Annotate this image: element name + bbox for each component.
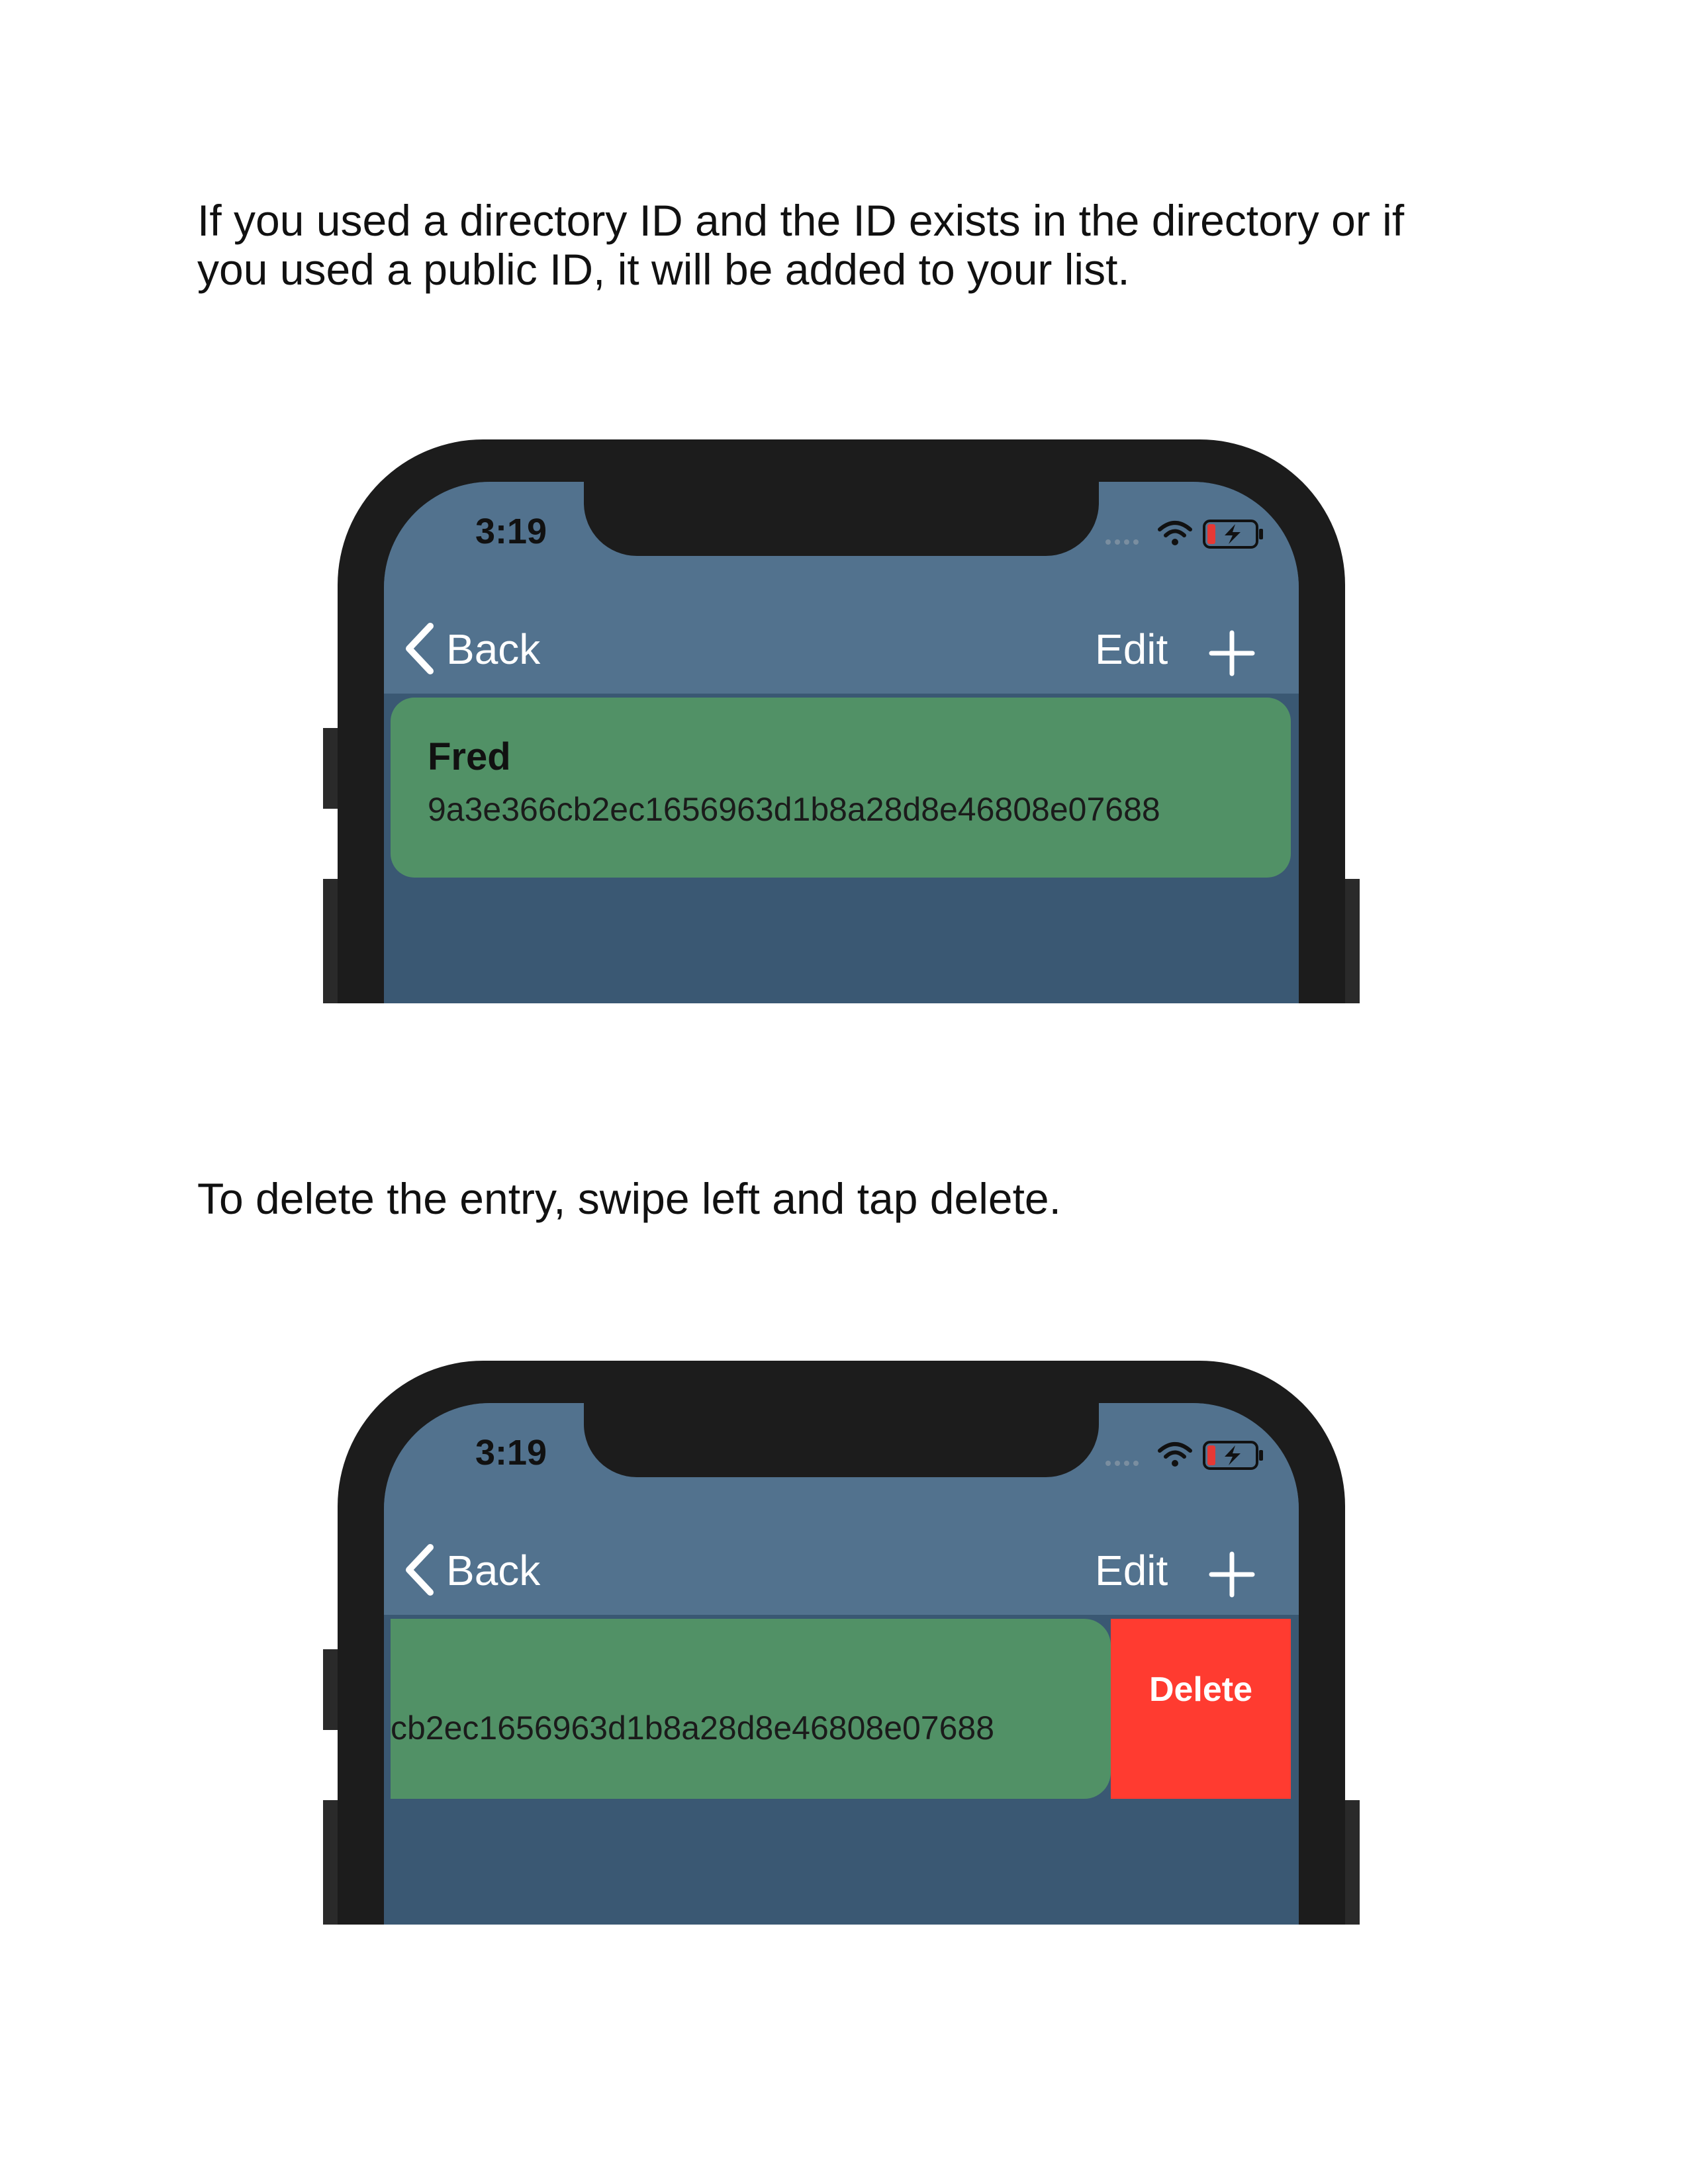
status-time: 3:19 [475, 1433, 547, 1473]
phone-screen: 3:19 Back Edit Fred 9a3e366cb2ec1656963d… [384, 482, 1299, 1003]
status-time: 3:19 [475, 512, 547, 551]
plus-icon[interactable] [1209, 1551, 1255, 1598]
battery-charging-icon [1203, 1441, 1263, 1470]
side-button [323, 1800, 338, 1925]
delete-button[interactable]: Delete [1111, 1619, 1291, 1799]
phone-mockup-delete: 3:19 Back Edit cb2ec1656963d1b8a28d8e468… [323, 1361, 1360, 1925]
instruction-delete: To delete the entry, swipe left and tap … [197, 1174, 1521, 1223]
phone-mockup-added: 3:19 Back Edit Fred 9a3e366cb2ec1656963d… [323, 439, 1360, 1003]
wifi-icon [1158, 1442, 1192, 1467]
signal-dots-icon [1105, 536, 1149, 545]
delete-label: Delete [1149, 1670, 1253, 1709]
chevron-left-icon [406, 623, 434, 674]
edit-button[interactable]: Edit [1095, 1541, 1168, 1600]
plus-icon[interactable] [1209, 630, 1255, 676]
wifi-icon [1158, 521, 1192, 545]
chevron-left-icon [406, 1544, 434, 1596]
signal-dots-icon [1105, 1457, 1149, 1466]
back-label: Back [446, 1547, 541, 1594]
entry-id: 9a3e366cb2ec1656963d1b8a28d8e46808e07688 [428, 791, 1160, 828]
instruction-added: If you used a directory ID and the ID ex… [197, 196, 1521, 294]
list-item-swiped[interactable]: cb2ec1656963d1b8a28d8e46808e07688 [391, 1619, 1111, 1799]
instruction-delete-line: To delete the entry, swipe left and tap … [197, 1174, 1061, 1223]
side-button [323, 1649, 338, 1730]
entry-name: Fred [428, 735, 511, 778]
notch [584, 482, 1099, 556]
side-button [1345, 879, 1360, 1003]
entry-id: cb2ec1656963d1b8a28d8e46808e07688 [391, 1709, 995, 1747]
instruction-added-line-2: you used a public ID, it will be added t… [197, 245, 1130, 294]
side-button [323, 728, 338, 809]
phone-screen: 3:19 Back Edit cb2ec1656963d1b8a28d8e468… [384, 1403, 1299, 1925]
back-label: Back [446, 625, 541, 673]
battery-charging-icon [1203, 520, 1263, 549]
side-button [323, 879, 338, 1003]
list-item[interactable]: Fred 9a3e366cb2ec1656963d1b8a28d8e46808e… [391, 698, 1291, 878]
notch [584, 1403, 1099, 1477]
edit-button[interactable]: Edit [1095, 619, 1168, 679]
instruction-added-line-1: If you used a directory ID and the ID ex… [197, 196, 1405, 245]
side-button [1345, 1800, 1360, 1925]
